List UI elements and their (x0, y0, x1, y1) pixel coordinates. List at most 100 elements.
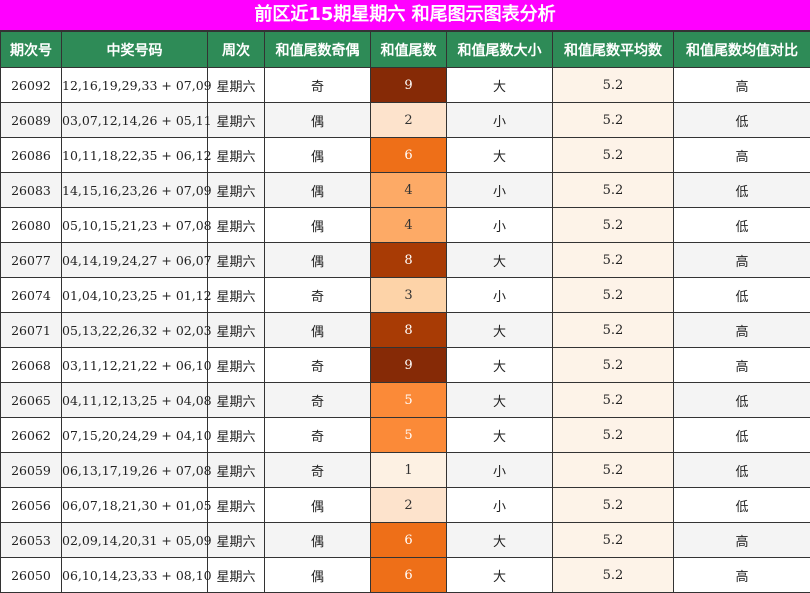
size-cell: 小 (447, 488, 553, 523)
numbers-cell: 03,11,12,21,22 + 06,10 (62, 348, 208, 383)
compare-cell: 低 (674, 173, 810, 208)
parity-cell: 偶 (265, 208, 371, 243)
table-row: 2607704,14,19,24,27 + 06,07星期六偶8大5.2高 (1, 243, 810, 278)
compare-cell: 低 (674, 383, 810, 418)
size-cell: 大 (447, 68, 553, 103)
table-row: 2605006,10,14,23,33 + 08,10星期六偶6大5.2高 (1, 558, 810, 593)
issue-cell: 26065 (1, 383, 62, 418)
issue-cell: 26062 (1, 418, 62, 453)
numbers-cell: 01,04,10,23,25 + 01,12 (62, 278, 208, 313)
column-header-average: 和值尾数平均数 (553, 32, 674, 68)
table-row: 2608903,07,12,14,26 + 05,11星期六偶2小5.2低 (1, 103, 810, 138)
weekday-cell: 星期六 (208, 523, 265, 558)
numbers-cell: 04,11,12,13,25 + 04,08 (62, 383, 208, 418)
average-cell: 5.2 (553, 313, 674, 348)
numbers-cell: 04,14,19,24,27 + 06,07 (62, 243, 208, 278)
column-header-weekday: 周次 (208, 32, 265, 68)
size-cell: 小 (447, 278, 553, 313)
issue-cell: 26077 (1, 243, 62, 278)
weekday-cell: 星期六 (208, 103, 265, 138)
parity-cell: 偶 (265, 313, 371, 348)
weekday-cell: 星期六 (208, 173, 265, 208)
numbers-cell: 03,07,12,14,26 + 05,11 (62, 103, 208, 138)
table-row: 2606207,15,20,24,29 + 04,10星期六奇5大5.2低 (1, 418, 810, 453)
column-header-compare: 和值尾数均值对比 (674, 32, 810, 68)
issue-cell: 26068 (1, 348, 62, 383)
weekday-cell: 星期六 (208, 488, 265, 523)
column-header-parity: 和值尾数奇偶 (265, 32, 371, 68)
issue-cell: 26092 (1, 68, 62, 103)
compare-cell: 高 (674, 313, 810, 348)
tail-cell: 1 (371, 453, 447, 488)
table-row: 2607105,13,22,26,32 + 02,03星期六偶8大5.2高 (1, 313, 810, 348)
parity-cell: 偶 (265, 138, 371, 173)
size-cell: 大 (447, 558, 553, 593)
average-cell: 5.2 (553, 173, 674, 208)
tail-cell: 6 (371, 138, 447, 173)
size-cell: 小 (447, 173, 553, 208)
weekday-cell: 星期六 (208, 313, 265, 348)
tail-analysis-table: 期次号 中奖号码 周次 和值尾数奇偶 和值尾数 和值尾数大小 和值尾数平均数 和… (0, 31, 810, 593)
issue-cell: 26080 (1, 208, 62, 243)
weekday-cell: 星期六 (208, 453, 265, 488)
tail-cell: 4 (371, 208, 447, 243)
compare-cell: 低 (674, 418, 810, 453)
weekday-cell: 星期六 (208, 558, 265, 593)
page-title: 前区近15期星期六 和尾图示图表分析 (0, 0, 810, 31)
numbers-cell: 06,10,14,23,33 + 08,10 (62, 558, 208, 593)
weekday-cell: 星期六 (208, 243, 265, 278)
weekday-cell: 星期六 (208, 68, 265, 103)
column-header-size: 和值尾数大小 (447, 32, 553, 68)
column-header-tail: 和值尾数 (371, 32, 447, 68)
average-cell: 5.2 (553, 278, 674, 313)
issue-cell: 26083 (1, 173, 62, 208)
table-row: 2608610,11,18,22,35 + 06,12星期六偶6大5.2高 (1, 138, 810, 173)
numbers-cell: 05,10,15,21,23 + 07,08 (62, 208, 208, 243)
average-cell: 5.2 (553, 348, 674, 383)
compare-cell: 高 (674, 523, 810, 558)
tail-cell: 6 (371, 558, 447, 593)
tail-cell: 8 (371, 313, 447, 348)
numbers-cell: 14,15,16,23,26 + 07,09 (62, 173, 208, 208)
parity-cell: 偶 (265, 243, 371, 278)
column-header-numbers: 中奖号码 (62, 32, 208, 68)
average-cell: 5.2 (553, 138, 674, 173)
table-row: 2606803,11,12,21,22 + 06,10星期六奇9大5.2高 (1, 348, 810, 383)
numbers-cell: 05,13,22,26,32 + 02,03 (62, 313, 208, 348)
average-cell: 5.2 (553, 383, 674, 418)
size-cell: 小 (447, 208, 553, 243)
weekday-cell: 星期六 (208, 278, 265, 313)
parity-cell: 偶 (265, 488, 371, 523)
compare-cell: 高 (674, 243, 810, 278)
average-cell: 5.2 (553, 208, 674, 243)
tail-cell: 3 (371, 278, 447, 313)
numbers-cell: 06,07,18,21,30 + 01,05 (62, 488, 208, 523)
issue-cell: 26056 (1, 488, 62, 523)
tail-cell: 8 (371, 243, 447, 278)
compare-cell: 低 (674, 103, 810, 138)
size-cell: 大 (447, 138, 553, 173)
tail-cell: 2 (371, 488, 447, 523)
table-row: 2609212,16,19,29,33 + 07,09星期六奇9大5.2高 (1, 68, 810, 103)
parity-cell: 奇 (265, 68, 371, 103)
table-row: 2606504,11,12,13,25 + 04,08星期六奇5大5.2低 (1, 383, 810, 418)
numbers-cell: 10,11,18,22,35 + 06,12 (62, 138, 208, 173)
average-cell: 5.2 (553, 103, 674, 138)
issue-cell: 26050 (1, 558, 62, 593)
tail-cell: 5 (371, 383, 447, 418)
header-row: 期次号 中奖号码 周次 和值尾数奇偶 和值尾数 和值尾数大小 和值尾数平均数 和… (1, 32, 810, 68)
size-cell: 大 (447, 523, 553, 558)
weekday-cell: 星期六 (208, 383, 265, 418)
weekday-cell: 星期六 (208, 418, 265, 453)
weekday-cell: 星期六 (208, 208, 265, 243)
parity-cell: 奇 (265, 453, 371, 488)
table-row: 2605906,13,17,19,26 + 07,08星期六奇1小5.2低 (1, 453, 810, 488)
table-row: 2605302,09,14,20,31 + 05,09星期六偶6大5.2高 (1, 523, 810, 558)
average-cell: 5.2 (553, 558, 674, 593)
average-cell: 5.2 (553, 453, 674, 488)
issue-cell: 26089 (1, 103, 62, 138)
size-cell: 大 (447, 383, 553, 418)
parity-cell: 偶 (265, 103, 371, 138)
tail-cell: 9 (371, 68, 447, 103)
average-cell: 5.2 (553, 523, 674, 558)
